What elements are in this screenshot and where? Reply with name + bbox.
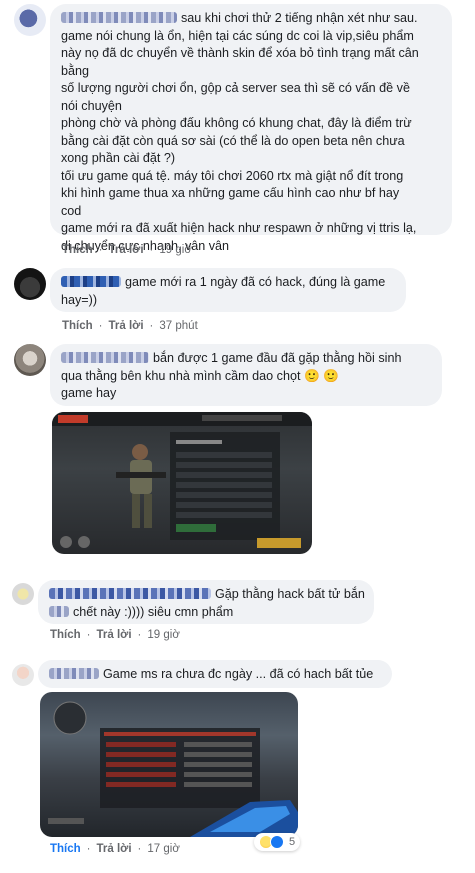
comment-text-line: qua thằng bên khu nhà mình cầm dao chọt … <box>61 368 339 383</box>
like-link[interactable]: Thích <box>62 244 93 256</box>
comment-text-line: xong phần cài đặt ?) <box>61 151 176 165</box>
reply-link[interactable]: Trả lời <box>97 629 132 641</box>
comment-text-line: nói chuyện <box>61 98 122 113</box>
reply-link[interactable]: Trả lời <box>109 320 144 332</box>
comment-text-line: Gặp thằng hack bất tử bắn <box>215 587 365 601</box>
author-name[interactable] <box>61 352 149 363</box>
comment-text-line: cod <box>61 203 82 218</box>
like-link[interactable]: Thích <box>50 629 81 641</box>
comment-bubble: bắn được 1 game đầu đã gặp thằng hồi sin… <box>50 344 442 406</box>
comment-text-line: chết này :)))) siêu cmn phẩm <box>73 604 234 619</box>
comment-actions: Thích · Trả lời · 19 giờ <box>50 629 180 641</box>
reply-link[interactable]: Trả lời <box>109 244 144 256</box>
timestamp[interactable]: 19 giờ <box>147 629 179 641</box>
avatar[interactable] <box>14 344 46 376</box>
author-name-continued <box>49 605 69 617</box>
comment-text-line: game nói chung là ổn, hiện tại các súng … <box>61 28 414 43</box>
attached-game-screenshot[interactable] <box>40 692 298 837</box>
timestamp[interactable]: 17 giờ <box>147 843 179 855</box>
comment-actions: Thích · Trả lời · 37 phút <box>62 320 198 332</box>
author-name[interactable] <box>61 276 121 287</box>
author-name[interactable] <box>61 12 177 23</box>
comment-text-line: số lượng người chơi ổn, gộp cả server se… <box>61 81 410 95</box>
comment-text-line: bằng <box>61 63 90 78</box>
avatar[interactable] <box>12 583 34 605</box>
reply-link[interactable]: Trả lời <box>97 843 132 855</box>
comment-text-line: bắn được 1 game đầu đã gặp thằng hồi sin… <box>153 351 402 365</box>
comment-text-line: khi hình game thua xa những game cấu hìn… <box>61 186 400 200</box>
timestamp[interactable]: 37 phút <box>159 320 197 332</box>
author-name[interactable] <box>49 588 211 599</box>
game-lobby-image <box>52 412 312 548</box>
reaction-count: 5 <box>289 836 296 848</box>
comment-actions: Thích · Trả lời · 19 giờ <box>62 244 192 256</box>
avatar[interactable] <box>12 664 34 686</box>
reaction-summary[interactable]: 5 <box>254 833 301 851</box>
comment-text-line: game mới ra 1 ngày đã có hack, đúng là g… <box>125 275 386 289</box>
like-link[interactable]: Thích <box>62 320 93 332</box>
comment-bubble: Game ms ra chưa đc ngày ... đã có hach b… <box>38 660 392 688</box>
comment-text-line: này nọ đã dc chuyển về thành skin để xóa… <box>61 46 419 60</box>
comment-bubble: game mới ra 1 ngày đã có hack, đúng là g… <box>50 268 406 312</box>
avatar[interactable] <box>14 268 46 300</box>
comment-bubble: Gặp thằng hack bất tử bắn chết này :))))… <box>38 580 374 624</box>
comment-bubble: sau khi chơi thử 2 tiếng nhận xét như sa… <box>50 4 452 253</box>
timestamp[interactable]: 19 giờ <box>159 244 191 256</box>
comment-actions: Thích · Trả lời · 17 giờ <box>50 843 180 855</box>
comment-text-line: game mới ra đã xuất hiện hack như respaw… <box>61 221 417 235</box>
author-name[interactable] <box>49 668 99 679</box>
comment-text-line: sau khi chơi thử 2 tiếng nhận xét như sa… <box>181 11 418 25</box>
comment-text-line: bằng cài đặt còn quá sơ sài (có thể là d… <box>61 133 405 148</box>
avatar[interactable] <box>14 4 46 36</box>
game-scoreboard-image <box>48 701 298 837</box>
comment-text-line: phòng chờ và phòng đấu không có khung ch… <box>61 116 412 130</box>
comment-text-line: game hay <box>61 386 117 400</box>
like-link[interactable]: Thích <box>50 843 81 855</box>
comment-text-line: tối ưu game quá tệ. máy tôi chơi 2060 rt… <box>61 168 404 183</box>
attached-game-screenshot[interactable] <box>52 412 312 554</box>
comment-text-line: Game ms ra chưa đc ngày ... đã có hach b… <box>103 667 374 681</box>
comment-text-line: hay=)) <box>61 292 98 307</box>
like-reaction-icon <box>270 835 284 849</box>
